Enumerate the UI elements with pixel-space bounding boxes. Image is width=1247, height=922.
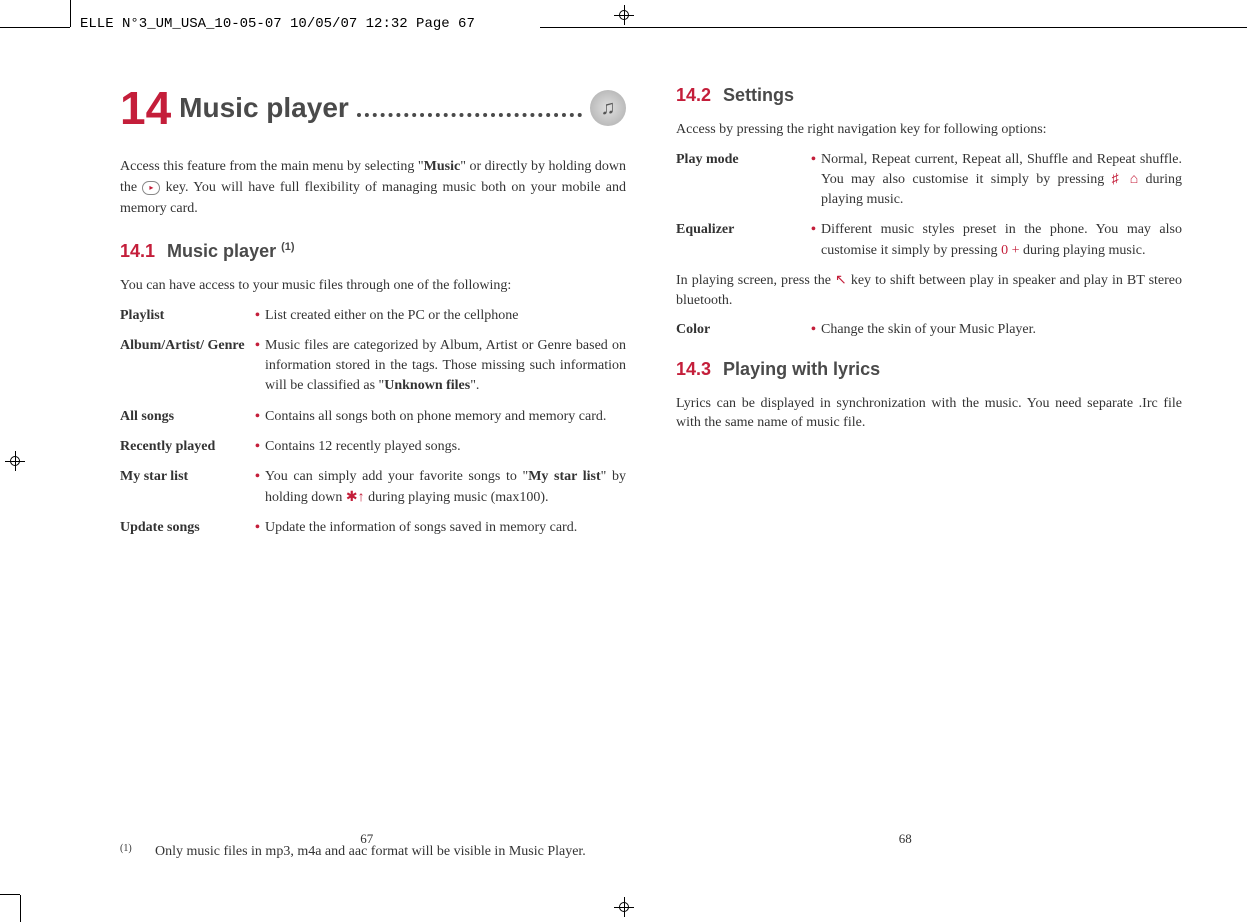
section-heading-14-3: 14.3Playing with lyrics	[676, 359, 1182, 380]
def-play-mode: Play mode •Normal, Repeat current, Repea…	[676, 150, 1182, 211]
chapter-number: 14	[120, 85, 171, 131]
def-update-songs: Update songs •Update the information of …	[120, 518, 626, 538]
crop-mark	[20, 895, 21, 922]
section-14-2-desc: Access by pressing the right navigation …	[676, 120, 1182, 140]
crop-mark	[0, 27, 70, 28]
hash-key-icon: ♯ ⌂	[1112, 172, 1139, 187]
page-number-left: 67	[55, 831, 679, 847]
def-recently-played: Recently played •Contains 12 recently pl…	[120, 437, 626, 457]
def-equalizer: Equalizer •Different music styles preset…	[676, 220, 1182, 261]
definition-list-color: Color •Change the skin of your Music Pla…	[676, 320, 1182, 340]
music-note-icon: ♫	[590, 90, 626, 126]
registration-mark-icon	[5, 451, 25, 471]
def-album-artist-genre: Album/Artist/ Genre •Music files are cat…	[120, 336, 626, 397]
section-14-2-midtext: In playing screen, press the ↖ key to sh…	[676, 271, 1182, 310]
intro-paragraph: Access this feature from the main menu b…	[120, 156, 626, 219]
section-14-1-desc: You can have access to your music files …	[120, 276, 626, 296]
def-all-songs: All songs •Contains all songs both on ph…	[120, 407, 626, 427]
page-number-right: 68	[594, 831, 1218, 847]
section-14-3-body: Lyrics can be displayed in synchronizati…	[676, 394, 1182, 433]
section-heading-14-2: 14.2Settings	[676, 85, 1182, 106]
star-key-icon: ✱↑	[346, 490, 365, 505]
def-playlist: Playlist •List created either on the PC …	[120, 306, 626, 326]
zero-key-icon: 0 +	[1001, 243, 1019, 258]
crop-mark	[0, 894, 20, 895]
def-my-star-list: My star list •You can simply add your fa…	[120, 467, 626, 508]
page-spread: 14 Music player ♫ Access this feature fr…	[95, 85, 1207, 842]
registration-mark-icon	[614, 897, 634, 917]
page-right: 14.2Settings Access by pressing the righ…	[651, 85, 1207, 842]
call-key-icon: ↖	[835, 273, 847, 288]
crop-mark	[70, 0, 71, 27]
page-left: 14 Music player ♫ Access this feature fr…	[95, 85, 651, 842]
leader-dots	[357, 99, 582, 117]
definition-list-14-1: Playlist •List created either on the PC …	[120, 306, 626, 539]
definition-list-14-2: Play mode •Normal, Repeat current, Repea…	[676, 150, 1182, 261]
def-color: Color •Change the skin of your Music Pla…	[676, 320, 1182, 340]
key-icon: ▸	[142, 181, 160, 195]
header-rule	[540, 27, 1247, 28]
chapter-header: 14 Music player ♫	[120, 85, 626, 131]
section-heading-14-1: 14.1Music player (1)	[120, 241, 626, 262]
registration-mark-icon	[614, 5, 634, 25]
chapter-title: Music player	[179, 92, 349, 124]
print-slug: ELLE N°3_UM_USA_10-05-07 10/05/07 12:32 …	[80, 16, 475, 32]
